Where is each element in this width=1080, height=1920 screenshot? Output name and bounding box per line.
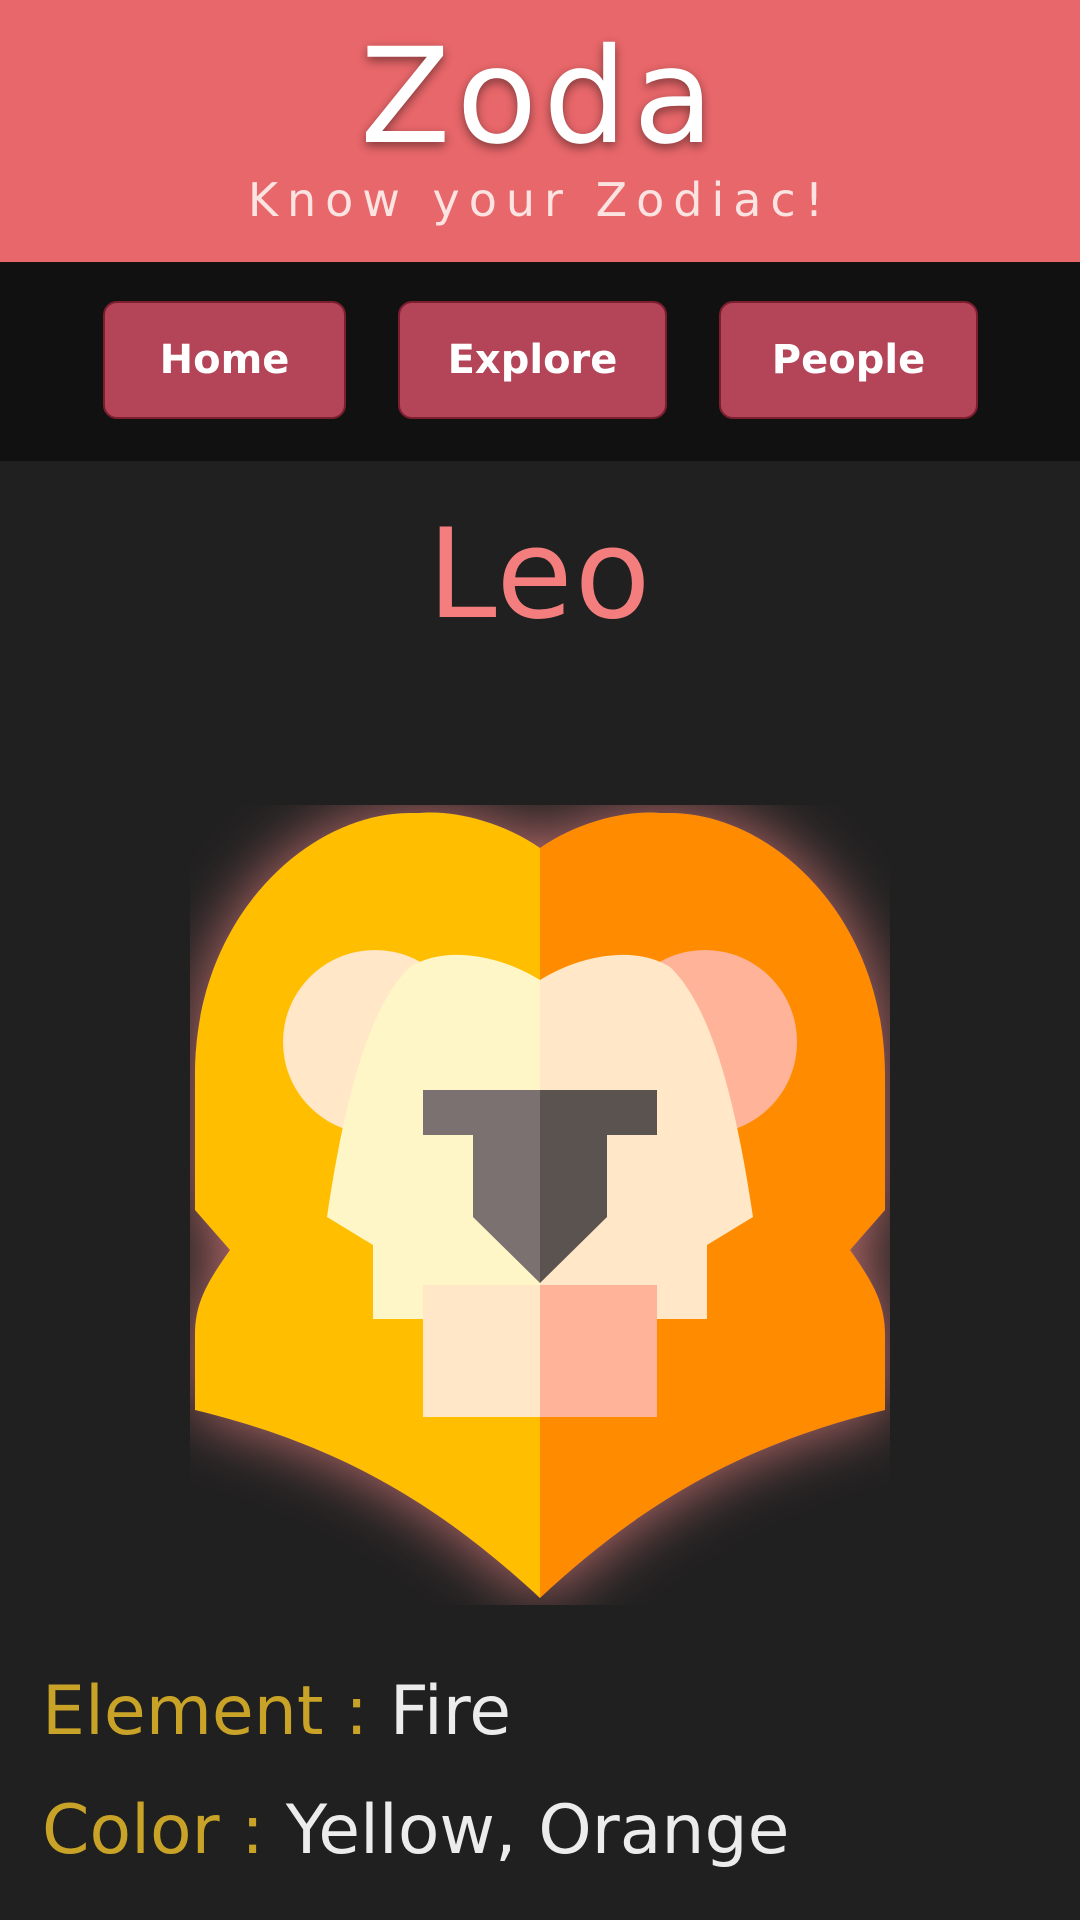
color-value: Yellow, Orange <box>285 1791 790 1870</box>
app-header: Zoda Know your Zodiac! <box>0 0 1080 262</box>
app-subtitle: Know your Zodiac! <box>247 173 833 227</box>
explore-button[interactable]: Explore <box>398 301 667 419</box>
sign-title: Leo <box>427 503 653 647</box>
element-label: Element : <box>42 1672 369 1751</box>
color-label: Color : <box>42 1791 265 1870</box>
home-button[interactable]: Home <box>103 301 346 419</box>
main-nav: Home Explore People <box>0 262 1080 461</box>
app-title: Zoda <box>360 20 720 174</box>
color-row: Color : Yellow, Orange <box>42 1791 790 1871</box>
element-value: Fire <box>389 1672 512 1751</box>
people-button[interactable]: People <box>719 301 978 419</box>
lion-head-icon <box>190 805 890 1605</box>
element-row: Element : Fire <box>42 1672 511 1752</box>
